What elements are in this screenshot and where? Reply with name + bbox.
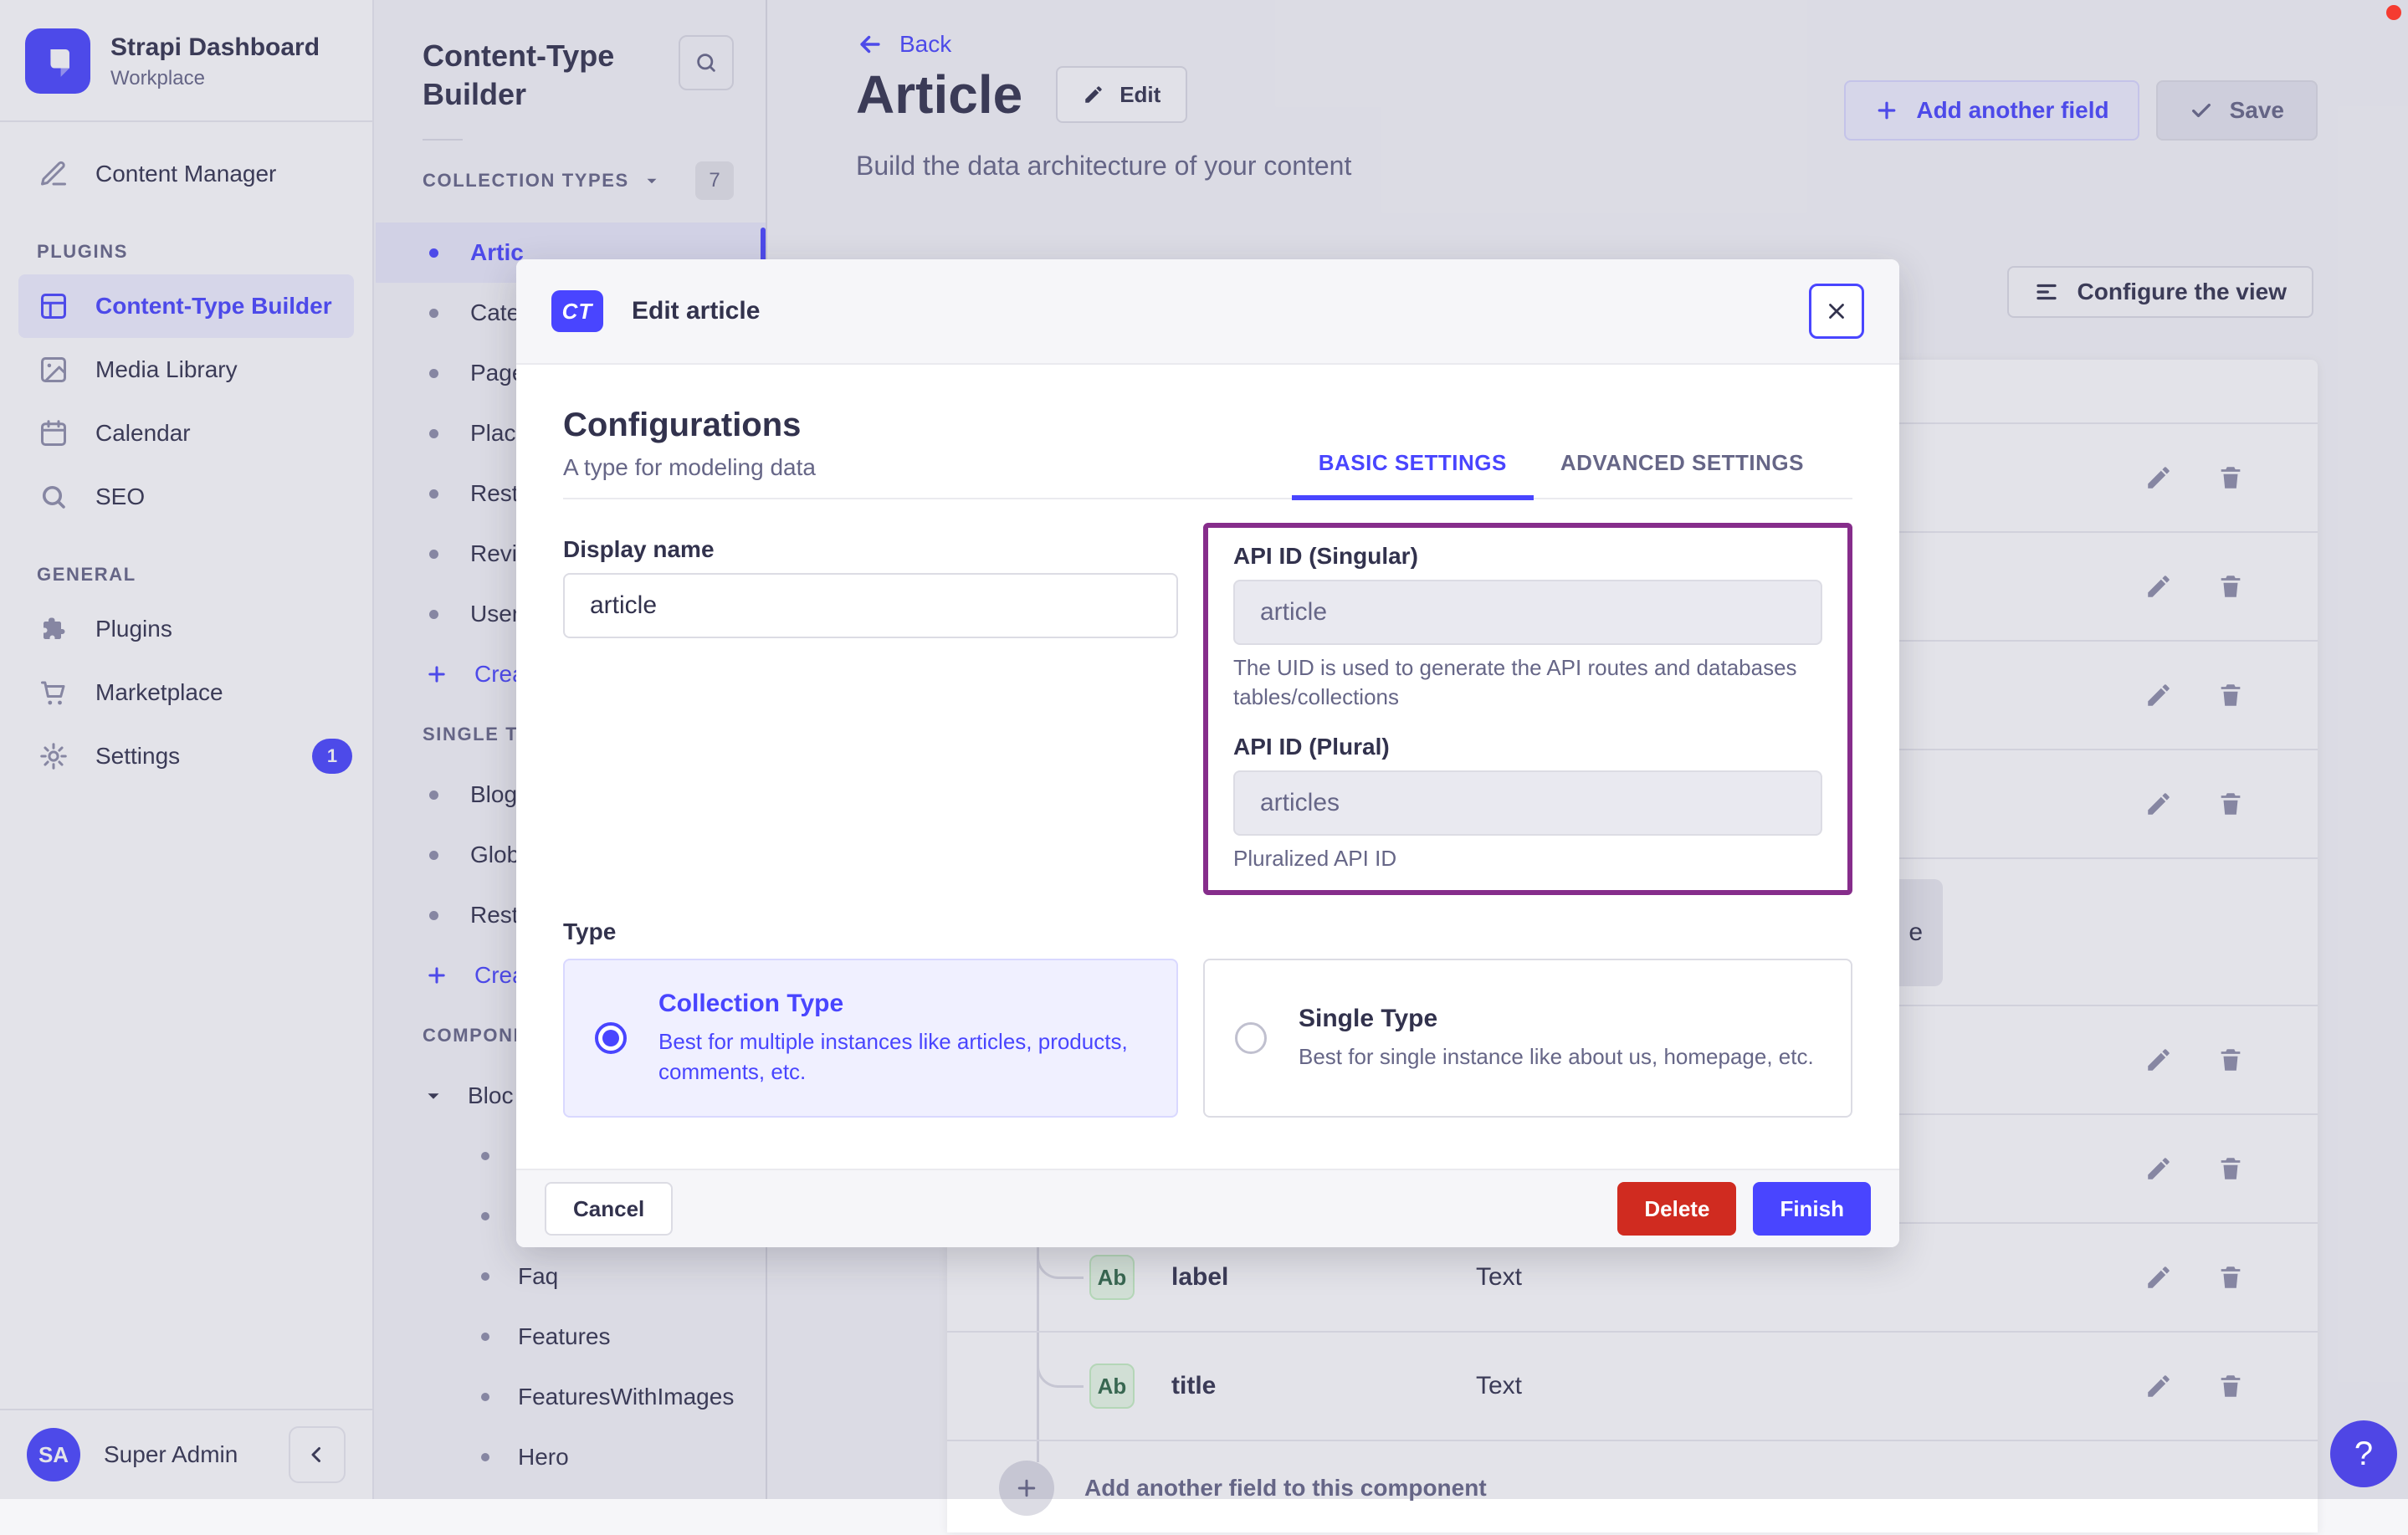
api-id-singular-input[interactable] — [1233, 580, 1822, 645]
tab-advanced-settings[interactable]: ADVANCED SETTINGS — [1534, 450, 1831, 498]
api-id-singular-helper: The UID is used to generate the API rout… — [1233, 655, 1797, 709]
single-type-description: Best for single instance like about us, … — [1299, 1044, 1814, 1069]
cancel-button[interactable]: Cancel — [545, 1182, 674, 1236]
collection-type-option[interactable]: Collection Type Best for multiple instan… — [563, 959, 1178, 1118]
recording-indicator-dot — [2386, 5, 2401, 20]
edit-article-modal: CT Edit article Configurations A type fo… — [516, 259, 1899, 1247]
modal-title: Edit article — [632, 297, 761, 325]
api-id-plural-input[interactable] — [1233, 770, 1822, 836]
configurations-subheading: A type for modeling data — [563, 454, 816, 480]
modal-footer: Cancel Delete Finish — [516, 1169, 1899, 1247]
api-id-highlight-box: API ID (Singular) The UID is used to gen… — [1203, 523, 1852, 895]
close-modal-button[interactable] — [1809, 284, 1864, 339]
collection-type-description: Best for multiple instances like article… — [658, 1029, 1128, 1084]
question-mark-icon: ? — [2354, 1435, 2374, 1472]
display-name-input[interactable] — [563, 573, 1178, 638]
radio-unselected-icon[interactable] — [1235, 1022, 1267, 1054]
collection-type-title: Collection Type — [658, 990, 844, 1017]
single-type-option[interactable]: Single Type Best for single instance lik… — [1203, 959, 1852, 1118]
modal-header: CT Edit article — [516, 259, 1899, 365]
settings-tabs: BASIC SETTINGS ADVANCED SETTINGS — [1291, 450, 1831, 500]
api-id-plural-label: API ID (Plural) — [1233, 734, 1390, 760]
tab-basic-settings[interactable]: BASIC SETTINGS — [1291, 450, 1534, 500]
finish-button[interactable]: Finish — [1753, 1182, 1871, 1236]
radio-selected-icon[interactable] — [595, 1022, 627, 1054]
single-type-title: Single Type — [1299, 1005, 1438, 1032]
help-button[interactable]: ? — [2330, 1420, 2397, 1487]
delete-button[interactable]: Delete — [1617, 1182, 1737, 1236]
display-name-label: Display name — [563, 536, 715, 562]
close-icon — [1824, 299, 1849, 324]
content-type-badge: CT — [551, 290, 603, 332]
configurations-heading: Configurations — [563, 407, 802, 443]
api-id-singular-label: API ID (Singular) — [1233, 543, 1418, 569]
type-section-label: Type — [563, 918, 617, 944]
api-id-plural-helper: Pluralized API ID — [1233, 846, 1397, 871]
